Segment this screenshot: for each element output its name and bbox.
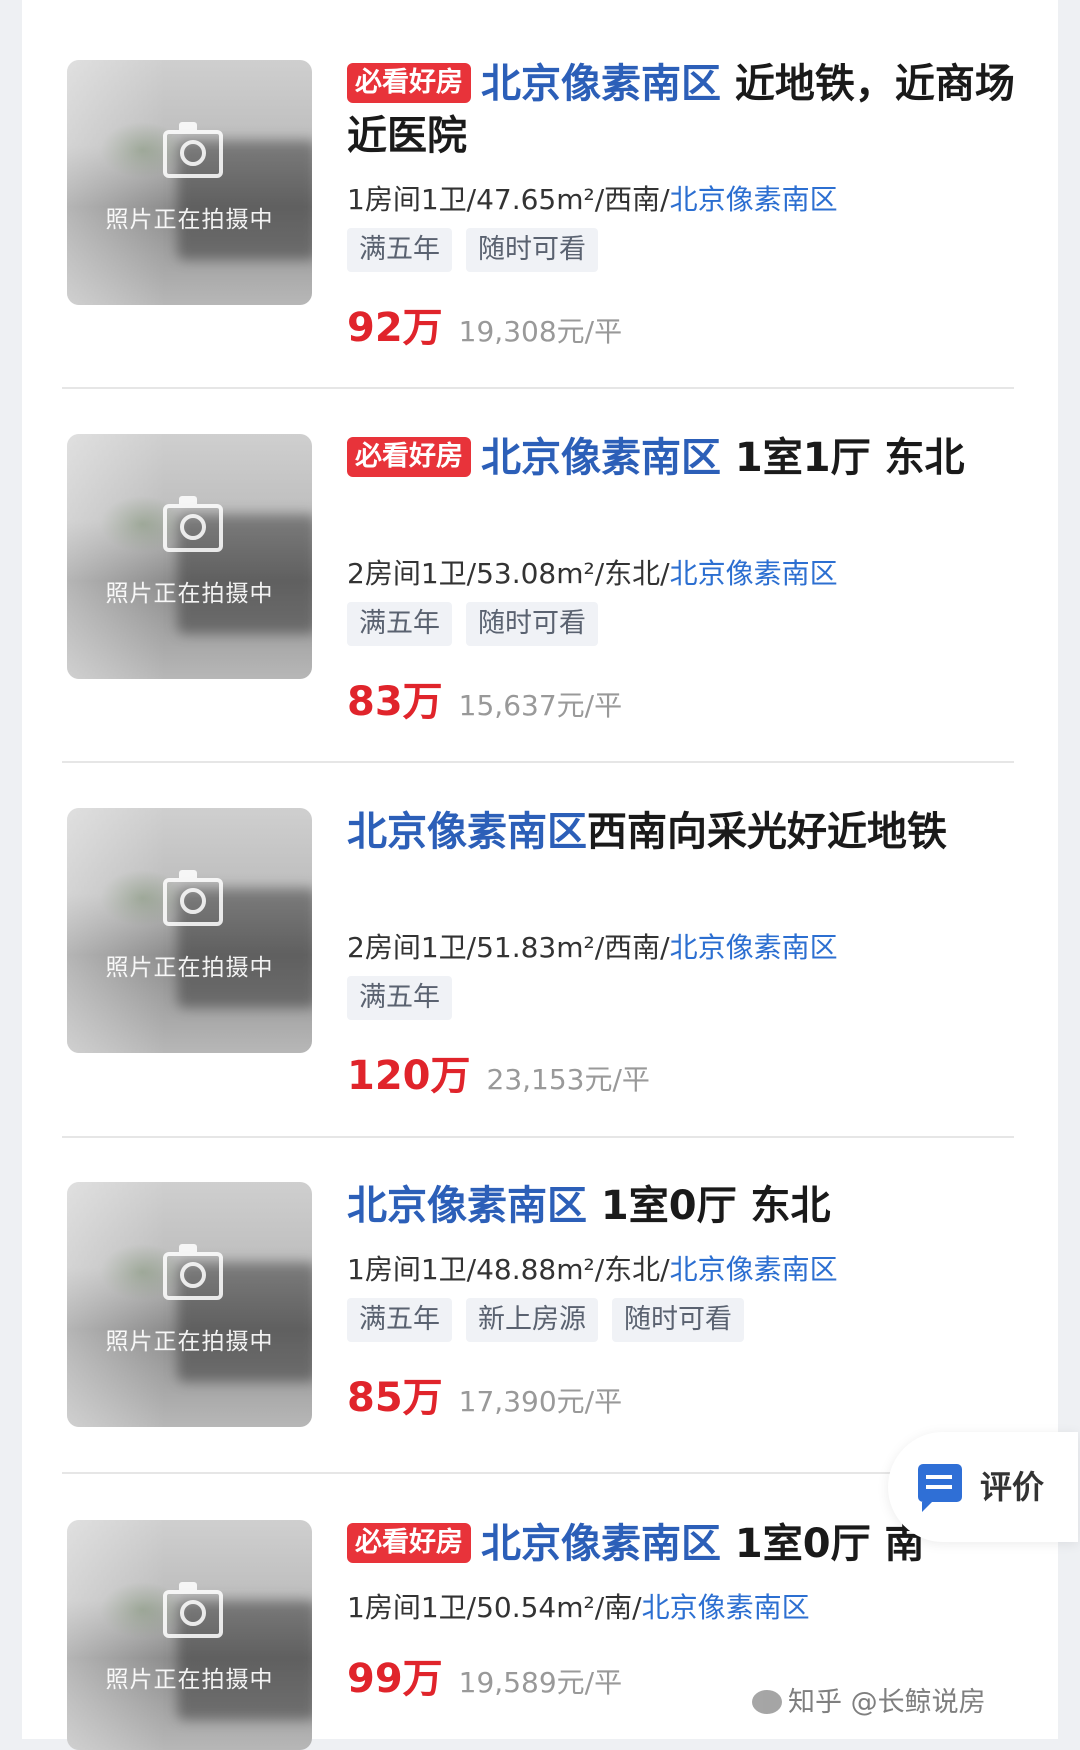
community-link[interactable]: 北京像素南区: [670, 931, 838, 964]
unit-price: 17,390元/平: [458, 1385, 623, 1418]
unit-price: 19,589元/平: [458, 1666, 623, 1699]
listing-photo[interactable]: 照片正在拍摄中: [67, 808, 312, 1053]
price-row: 85万 17,390元/平: [347, 1365, 622, 1423]
chat-icon: [918, 1464, 962, 1512]
listing-title-text: 1室0厅 东北: [587, 1183, 831, 1229]
listing-title[interactable]: 必看好房 北京像素南区 1室1厅 东北: [347, 432, 1027, 484]
photo-placeholder-text: 照片正在拍摄中: [105, 955, 274, 981]
tag: 满五年: [347, 1298, 452, 1342]
spec-text: 2房间1卫/51.83m²/西南/: [347, 931, 670, 964]
camera-icon: [163, 1582, 223, 1638]
total-price: 99万: [347, 1656, 443, 1702]
listing-card[interactable]: 照片正在拍摄中 北京像素南区 1室0厅 东北 1房间1卫/48.88m²/东北/…: [22, 1122, 1058, 1496]
tag: 随时可看: [466, 602, 598, 646]
tag-list: 满五年 新上房源 随时可看: [347, 1298, 758, 1342]
listing-area-name: 北京像素南区: [347, 809, 587, 855]
tag: 满五年: [347, 976, 452, 1020]
listing-area-name: 北京像素南区: [481, 61, 721, 107]
photo-placeholder-text: 照片正在拍摄中: [105, 1667, 274, 1693]
community-link[interactable]: 北京像素南区: [642, 1591, 810, 1624]
watermark-text: 知乎 @长鲸说房: [788, 1687, 986, 1718]
tag: 满五年: [347, 228, 452, 272]
listing-card[interactable]: 照片正在拍摄中 必看好房 北京像素南区 1室1厅 东北 2房间1卫/53.08m²…: [22, 374, 1058, 748]
listing-title-text: 1室1厅 东北: [721, 435, 965, 481]
listing-card[interactable]: 照片正在拍摄中 北京像素南区西南向采光好近地铁 2房间1卫/51.83m²/西南…: [22, 748, 1058, 1122]
listing-area-name: 北京像素南区: [481, 435, 721, 481]
listing-area-name: 北京像素南区: [481, 1521, 721, 1567]
total-price: 92万: [347, 305, 443, 351]
unit-price: 23,153元/平: [486, 1063, 650, 1096]
price-row: 83万 15,637元/平: [347, 669, 622, 727]
evaluate-label: 评价: [980, 1468, 1045, 1506]
tag-list: 满五年 随时可看: [347, 228, 612, 272]
listing-spec: 1房间1卫/48.88m²/东北/北京像素南区: [347, 1248, 838, 1288]
photo-placeholder-text: 照片正在拍摄中: [105, 207, 274, 233]
spec-text: 1房间1卫/48.88m²/东北/: [347, 1253, 670, 1286]
camera-icon: [163, 1244, 223, 1300]
spec-text: 1房间1卫/50.54m²/南/: [347, 1591, 642, 1624]
price-row: 92万 19,308元/平: [347, 295, 622, 353]
evaluate-button[interactable]: 评价: [888, 1432, 1078, 1542]
tag: 满五年: [347, 602, 452, 646]
camera-icon: [163, 122, 223, 178]
listing-spec: 1房间1卫/50.54m²/南/北京像素南区: [347, 1586, 810, 1626]
listing-title-text: 1室0厅 南: [721, 1521, 925, 1567]
listing-spec: 2房间1卫/51.83m²/西南/北京像素南区: [347, 926, 838, 966]
must-see-badge: 必看好房: [347, 437, 471, 477]
listing-card[interactable]: 照片正在拍摄中 必看好房 北京像素南区 近地铁，近商场近医院 1房间1卫/47.6…: [22, 0, 1058, 374]
community-link[interactable]: 北京像素南区: [670, 183, 838, 216]
listing-title[interactable]: 北京像素南区西南向采光好近地铁: [347, 806, 1027, 858]
unit-price: 15,637元/平: [458, 689, 623, 722]
camera-icon: [163, 870, 223, 926]
unit-price: 19,308元/平: [458, 315, 623, 348]
total-price: 85万: [347, 1375, 443, 1421]
must-see-badge: 必看好房: [347, 63, 471, 103]
photo-placeholder-text: 照片正在拍摄中: [105, 581, 274, 607]
total-price: 120万: [347, 1053, 471, 1099]
listing-spec: 1房间1卫/47.65m²/西南/北京像素南区: [347, 178, 838, 218]
listing-title-text: 西南向采光好近地铁: [587, 809, 947, 855]
community-link[interactable]: 北京像素南区: [670, 557, 838, 590]
price-row: 99万 19,589元/平: [347, 1646, 622, 1704]
tag: 随时可看: [612, 1298, 744, 1342]
community-link[interactable]: 北京像素南区: [670, 1253, 838, 1286]
listing-photo[interactable]: 照片正在拍摄中: [67, 60, 312, 305]
must-see-badge: 必看好房: [347, 1523, 471, 1563]
photo-placeholder-text: 照片正在拍摄中: [105, 1329, 274, 1355]
total-price: 83万: [347, 679, 443, 725]
listing-title[interactable]: 必看好房 北京像素南区 近地铁，近商场近医院: [347, 58, 1027, 162]
price-row: 120万 23,153元/平: [347, 1043, 650, 1101]
listing-area-name: 北京像素南区: [347, 1183, 587, 1229]
spec-text: 2房间1卫/53.08m²/东北/: [347, 557, 670, 590]
tag-list: 满五年 随时可看: [347, 602, 612, 646]
watermark: 知乎 @长鲸说房: [752, 1680, 986, 1719]
spec-text: 1房间1卫/47.65m²/西南/: [347, 183, 670, 216]
listing-title[interactable]: 北京像素南区 1室0厅 东北: [347, 1180, 1027, 1232]
listing-spec: 2房间1卫/53.08m²/东北/北京像素南区: [347, 552, 838, 592]
wechat-icon: [752, 1690, 782, 1714]
tag: 新上房源: [466, 1298, 598, 1342]
camera-icon: [163, 496, 223, 552]
listing-photo[interactable]: 照片正在拍摄中: [67, 1520, 312, 1750]
listing-photo[interactable]: 照片正在拍摄中: [67, 434, 312, 679]
tag: 随时可看: [466, 228, 598, 272]
tag-list: 满五年: [347, 976, 466, 1020]
listing-photo[interactable]: 照片正在拍摄中: [67, 1182, 312, 1427]
